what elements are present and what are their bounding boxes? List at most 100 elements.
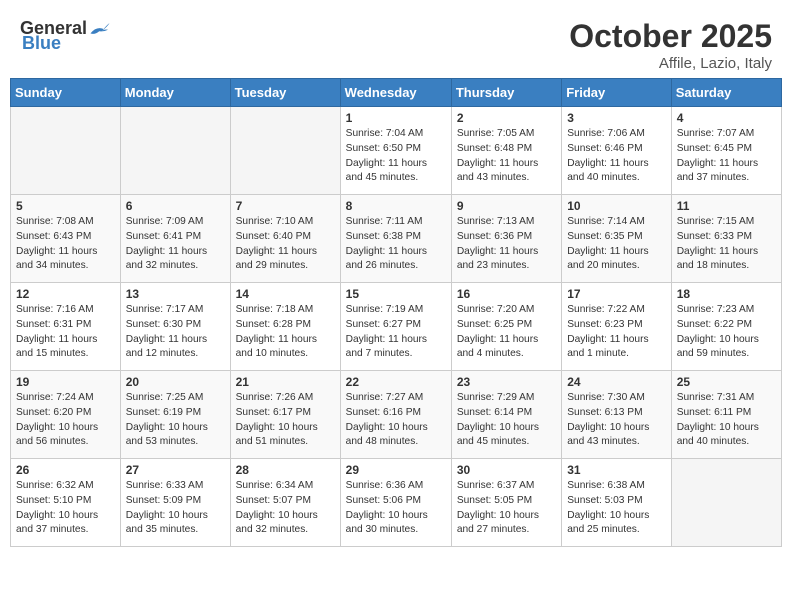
day-number: 24 [567, 375, 665, 389]
calendar-day-cell: 9 Sunrise: 7:13 AMSunset: 6:36 PMDaylight… [451, 195, 561, 283]
calendar-week-row: 19 Sunrise: 7:24 AMSunset: 6:20 PMDayligh… [11, 371, 782, 459]
day-number: 30 [457, 463, 556, 477]
day-number: 18 [677, 287, 776, 301]
day-number: 2 [457, 111, 556, 125]
day-number: 6 [126, 199, 225, 213]
day-number: 20 [126, 375, 225, 389]
day-number: 11 [677, 199, 776, 213]
day-number: 10 [567, 199, 665, 213]
calendar-day-cell: 13 Sunrise: 7:17 AMSunset: 6:30 PMDayligh… [120, 283, 230, 371]
calendar-day-cell: 6 Sunrise: 7:09 AMSunset: 6:41 PMDaylight… [120, 195, 230, 283]
day-number: 29 [346, 463, 446, 477]
day-number: 22 [346, 375, 446, 389]
title-block: October 2025 Affile, Lazio, Italy [569, 18, 772, 72]
calendar-day-cell: 14Sunrise: 7:18 AMSunset: 6:28 PMDayligh… [230, 283, 340, 371]
calendar-day-cell: 1 Sunrise: 7:04 AMSunset: 6:50 PMDaylight… [340, 107, 451, 195]
calendar-header-row: SundayMondayTuesdayWednesdayThursdayFrid… [11, 79, 782, 107]
page-header: General Blue October 2025 Affile, Lazio,… [10, 10, 782, 78]
day-info: Sunrise: 7:22 AMSunset: 6:23 PMDaylight:… [567, 303, 665, 362]
calendar-day-cell: 21Sunrise: 7:26 AMSunset: 6:17 PMDayligh… [230, 371, 340, 459]
day-number: 17 [567, 287, 665, 301]
day-number: 16 [457, 287, 556, 301]
calendar-day-cell: 28Sunrise: 6:34 AMSunset: 5:07 PMDayligh… [230, 459, 340, 547]
location-title: Affile, Lazio, Italy [569, 55, 772, 72]
day-info: Sunrise: 7:04 AMSunset: 6:50 PMDaylight:… [346, 127, 446, 186]
col-header-tuesday: Tuesday [230, 79, 340, 107]
calendar-day-cell: 5Sunrise: 7:08 AMSunset: 6:43 PMDaylight… [11, 195, 121, 283]
calendar-day-cell: 11 Sunrise: 7:15 AMSunset: 6:33 PMDayligh… [671, 195, 781, 283]
calendar-day-cell: 27 Sunrise: 6:33 AMSunset: 5:09 PMDayligh… [120, 459, 230, 547]
calendar-week-row: 12 Sunrise: 7:16 AMSunset: 6:31 PMDayligh… [11, 283, 782, 371]
day-number: 26 [16, 463, 115, 477]
calendar-day-cell: 18 Sunrise: 7:23 AMSunset: 6:22 PMDayligh… [671, 283, 781, 371]
calendar-day-cell: 31 Sunrise: 6:38 AMSunset: 5:03 PMDayligh… [562, 459, 671, 547]
logo-blue-text: Blue [22, 33, 61, 54]
col-header-monday: Monday [120, 79, 230, 107]
logo-bird-icon [89, 20, 111, 38]
col-header-saturday: Saturday [671, 79, 781, 107]
calendar-day-cell: 16 Sunrise: 7:20 AMSunset: 6:25 PMDayligh… [451, 283, 561, 371]
day-number: 19 [16, 375, 115, 389]
day-info: Sunrise: 6:37 AMSunset: 5:05 PMDaylight:… [457, 479, 556, 538]
day-number: 23 [457, 375, 556, 389]
calendar-day-cell: 24Sunrise: 7:30 AMSunset: 6:13 PMDayligh… [562, 371, 671, 459]
day-info: Sunrise: 7:17 AMSunset: 6:30 PMDaylight:… [126, 303, 225, 362]
day-info: Sunrise: 7:31 AMSunset: 6:11 PMDaylight:… [677, 391, 776, 450]
day-number: 12 [16, 287, 115, 301]
calendar-day-cell: 29 Sunrise: 6:36 AMSunset: 5:06 PMDayligh… [340, 459, 451, 547]
calendar-week-row: 1 Sunrise: 7:04 AMSunset: 6:50 PMDaylight… [11, 107, 782, 195]
day-info: Sunrise: 7:13 AMSunset: 6:36 PMDaylight:… [457, 215, 556, 274]
calendar-day-cell: 17 Sunrise: 7:22 AMSunset: 6:23 PMDayligh… [562, 283, 671, 371]
day-info: Sunrise: 7:23 AMSunset: 6:22 PMDaylight:… [677, 303, 776, 362]
calendar-day-cell: 25 Sunrise: 7:31 AMSunset: 6:11 PMDayligh… [671, 371, 781, 459]
day-info: Sunrise: 6:36 AMSunset: 5:06 PMDaylight:… [346, 479, 446, 538]
day-number: 1 [346, 111, 446, 125]
day-info: Sunrise: 7:18 AMSunset: 6:28 PMDaylight:… [236, 303, 335, 362]
day-info: Sunrise: 7:14 AMSunset: 6:35 PMDaylight:… [567, 215, 665, 274]
day-number: 9 [457, 199, 556, 213]
col-header-thursday: Thursday [451, 79, 561, 107]
calendar-day-cell: 7 Sunrise: 7:10 AMSunset: 6:40 PMDaylight… [230, 195, 340, 283]
day-number: 7 [236, 199, 335, 213]
calendar-day-cell: 23Sunrise: 7:29 AMSunset: 6:14 PMDayligh… [451, 371, 561, 459]
calendar-day-cell [671, 459, 781, 547]
calendar-day-cell: 12 Sunrise: 7:16 AMSunset: 6:31 PMDayligh… [11, 283, 121, 371]
calendar-day-cell: 4Sunrise: 7:07 AMSunset: 6:45 PMDaylight… [671, 107, 781, 195]
day-info: Sunrise: 7:19 AMSunset: 6:27 PMDaylight:… [346, 303, 446, 362]
day-info: Sunrise: 7:15 AMSunset: 6:33 PMDaylight:… [677, 215, 776, 274]
day-number: 8 [346, 199, 446, 213]
day-info: Sunrise: 7:27 AMSunset: 6:16 PMDaylight:… [346, 391, 446, 450]
day-info: Sunrise: 7:25 AMSunset: 6:19 PMDaylight:… [126, 391, 225, 450]
day-info: Sunrise: 7:05 AMSunset: 6:48 PMDaylight:… [457, 127, 556, 186]
day-number: 27 [126, 463, 225, 477]
calendar-day-cell: 30 Sunrise: 6:37 AMSunset: 5:05 PMDayligh… [451, 459, 561, 547]
day-info: Sunrise: 6:38 AMSunset: 5:03 PMDaylight:… [567, 479, 665, 538]
calendar-day-cell: 22 Sunrise: 7:27 AMSunset: 6:16 PMDayligh… [340, 371, 451, 459]
day-info: Sunrise: 7:09 AMSunset: 6:41 PMDaylight:… [126, 215, 225, 274]
day-info: Sunrise: 6:33 AMSunset: 5:09 PMDaylight:… [126, 479, 225, 538]
day-number: 13 [126, 287, 225, 301]
calendar-week-row: 5Sunrise: 7:08 AMSunset: 6:43 PMDaylight… [11, 195, 782, 283]
calendar-day-cell: 19 Sunrise: 7:24 AMSunset: 6:20 PMDayligh… [11, 371, 121, 459]
day-number: 21 [236, 375, 335, 389]
calendar-day-cell [230, 107, 340, 195]
col-header-friday: Friday [562, 79, 671, 107]
day-number: 31 [567, 463, 665, 477]
day-info: Sunrise: 7:16 AMSunset: 6:31 PMDaylight:… [16, 303, 115, 362]
day-info: Sunrise: 7:24 AMSunset: 6:20 PMDaylight:… [16, 391, 115, 450]
calendar-day-cell: 3 Sunrise: 7:06 AMSunset: 6:46 PMDaylight… [562, 107, 671, 195]
calendar-day-cell: 2 Sunrise: 7:05 AMSunset: 6:48 PMDaylight… [451, 107, 561, 195]
calendar-day-cell: 10 Sunrise: 7:14 AMSunset: 6:35 PMDayligh… [562, 195, 671, 283]
day-info: Sunrise: 7:11 AMSunset: 6:38 PMDaylight:… [346, 215, 446, 274]
calendar-week-row: 26Sunrise: 6:32 AMSunset: 5:10 PMDayligh… [11, 459, 782, 547]
day-info: Sunrise: 7:06 AMSunset: 6:46 PMDaylight:… [567, 127, 665, 186]
day-number: 25 [677, 375, 776, 389]
day-info: Sunrise: 7:10 AMSunset: 6:40 PMDaylight:… [236, 215, 335, 274]
day-info: Sunrise: 7:07 AMSunset: 6:45 PMDaylight:… [677, 127, 776, 186]
calendar-day-cell: 26Sunrise: 6:32 AMSunset: 5:10 PMDayligh… [11, 459, 121, 547]
day-info: Sunrise: 7:20 AMSunset: 6:25 PMDaylight:… [457, 303, 556, 362]
calendar-day-cell: 15Sunrise: 7:19 AMSunset: 6:27 PMDayligh… [340, 283, 451, 371]
day-number: 3 [567, 111, 665, 125]
calendar-day-cell: 8 Sunrise: 7:11 AMSunset: 6:38 PMDaylight… [340, 195, 451, 283]
day-info: Sunrise: 7:08 AMSunset: 6:43 PMDaylight:… [16, 215, 115, 274]
